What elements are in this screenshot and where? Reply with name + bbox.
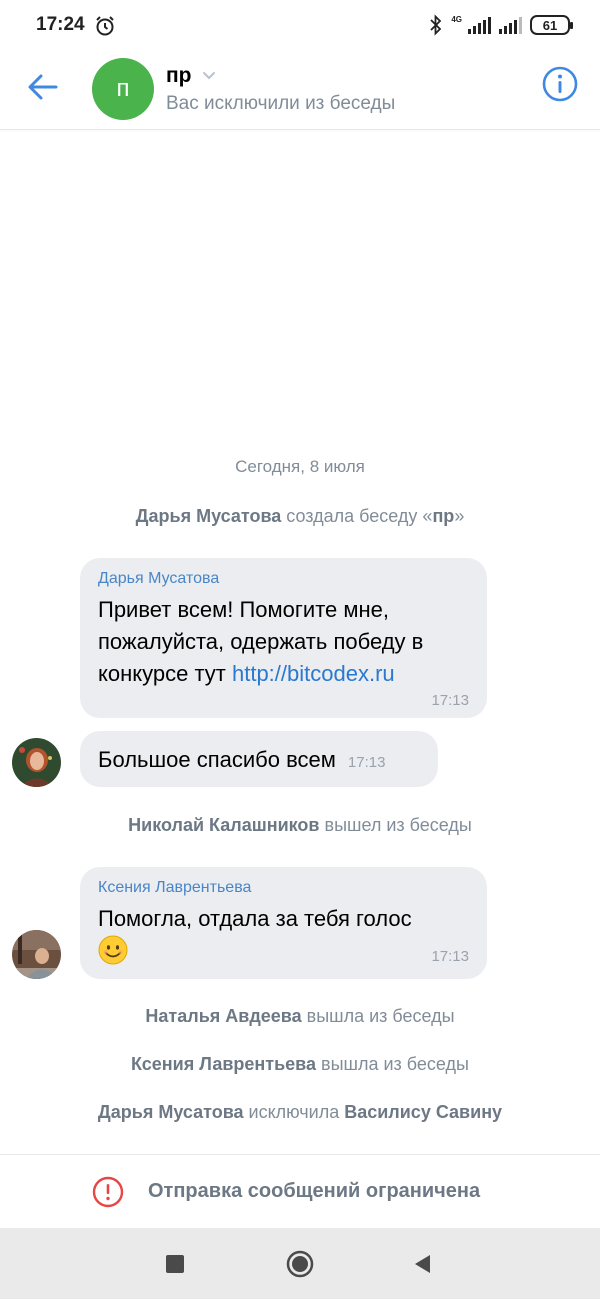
recent-apps-icon[interactable] [166, 1255, 184, 1273]
info-icon[interactable] [542, 66, 578, 102]
system-suffix: » [454, 506, 465, 526]
message-bubble[interactable]: Дарья Мусатова Привет всем! Помогите мне… [80, 558, 487, 718]
message-time: 17:13 [431, 948, 469, 965]
chat-avatar-letter: п [116, 75, 130, 102]
message-author[interactable]: Дарья Мусатова [98, 570, 469, 588]
system-action: создала беседу « [281, 506, 433, 526]
system-action: исключила [243, 1102, 345, 1122]
chevron-down-icon [202, 72, 215, 80]
status-time: 17:24 [36, 14, 85, 35]
message-text: Привет всем! Помогите мне, пожалуйста, о… [98, 594, 469, 690]
message-footer: 17:13 [98, 935, 469, 965]
signal-icon [468, 16, 491, 34]
system-message: Дарья Мусатова исключила Василису Савину [0, 1102, 600, 1123]
battery-icon: 61 [530, 15, 573, 35]
warning-icon [92, 1176, 124, 1208]
system-actor[interactable]: Николай Калашников [128, 815, 319, 835]
user-photo-icon [12, 738, 61, 787]
chat-subtitle: Вас исключили из беседы [166, 93, 396, 114]
system-action: вышла из беседы [301, 1006, 455, 1026]
message-time: 17:13 [347, 754, 386, 771]
system-actor[interactable]: Дарья Мусатова [136, 506, 282, 526]
back-arrow-icon[interactable] [26, 70, 60, 104]
date-separator: Сегодня, 8 июля [235, 457, 365, 476]
nav-back-icon[interactable] [412, 1253, 432, 1275]
system-nav-bar [0, 1228, 600, 1299]
status-bar: 17:24 4G 61 [0, 0, 600, 52]
restriction-bar: Отправка сообщений ограничена [0, 1154, 600, 1228]
message-text: Большое спасибо всем [98, 747, 336, 772]
system-target: пр [432, 506, 455, 526]
system-action: вышел из беседы [319, 815, 472, 835]
avatar[interactable] [12, 930, 61, 979]
system-message: Николай Калашников вышел из беседы [0, 815, 600, 836]
chat-header: п пр Вас исключили из беседы [0, 52, 600, 130]
network-type: 4G [451, 14, 462, 24]
system-actor[interactable]: Наталья Авдеева [145, 1006, 301, 1026]
signal-icon-2 [499, 16, 522, 34]
restriction-text: Отправка сообщений ограничена [148, 1180, 481, 1202]
message-author[interactable]: Ксения Лаврентьева [98, 879, 469, 897]
message-link[interactable]: http://bitcodex.ru [232, 661, 395, 686]
chat-title[interactable]: пр [166, 64, 216, 88]
message-text: Помогла, отдала за тебя голос [98, 903, 469, 935]
battery-level: 61 [542, 17, 558, 33]
chat-avatar[interactable]: п [92, 58, 154, 120]
smiling-face-icon [98, 935, 128, 965]
system-actor[interactable]: Дарья Мусатова [98, 1102, 244, 1122]
system-target[interactable]: Василису Савину [344, 1102, 502, 1122]
user-photo-icon [12, 930, 61, 979]
chat-title-text: пр [166, 64, 192, 87]
alarm-icon [96, 16, 114, 36]
system-message: Дарья Мусатова создала беседу «пр» [0, 506, 600, 527]
message-bubble[interactable]: Большое спасибо всем 17:13 [80, 731, 438, 787]
system-actor[interactable]: Ксения Лаврентьева [131, 1054, 316, 1074]
message-text-body: Помогла, отдала за тебя голос [98, 906, 412, 931]
system-message: Наталья Авдеева вышла из беседы [0, 1006, 600, 1027]
message-time: 17:13 [431, 692, 469, 709]
home-icon[interactable] [286, 1250, 314, 1278]
avatar[interactable] [12, 738, 61, 787]
system-action: вышла из беседы [316, 1054, 469, 1074]
message-bubble[interactable]: Ксения Лаврентьева Помогла, отдала за те… [80, 867, 487, 979]
bluetooth-icon [430, 14, 442, 36]
system-message: Ксения Лаврентьева вышла из беседы [0, 1054, 600, 1075]
